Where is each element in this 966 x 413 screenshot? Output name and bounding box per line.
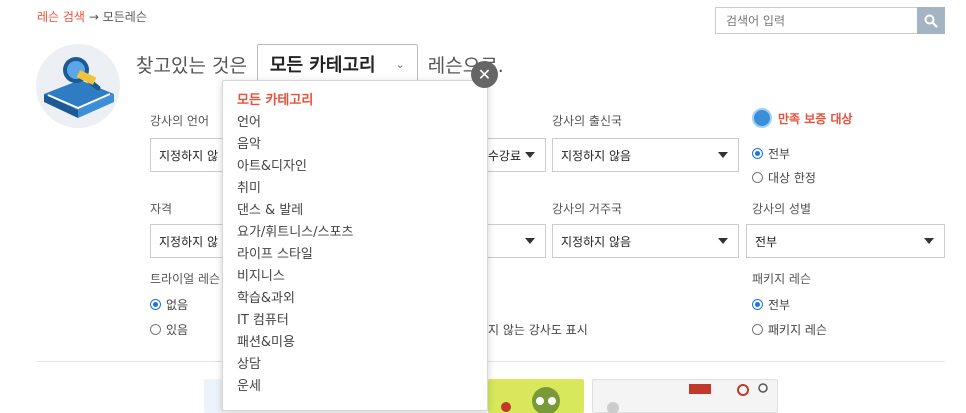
teacher-origin-label: 강사의 출신국 (552, 114, 623, 128)
promo-illustration-icon (607, 383, 768, 413)
trial-option-none-label: 없음 (166, 298, 189, 312)
caret-down-icon (718, 152, 728, 158)
promo-thumbnail[interactable] (204, 379, 224, 413)
teacher-residence-label: 강사의 거주국 (552, 202, 623, 216)
category-dropdown-menu: 모든 카테고리 언어 음악 아트&디자인 취미 댄스 & 발레 요가/휘트니스/스포츠 라이프… (222, 80, 488, 411)
dropdown-item[interactable]: 운세 (223, 376, 487, 398)
dropdown-item[interactable]: 언어 (223, 112, 487, 134)
show-hidden-teachers-label[interactable]: 지 않는 강사도 표시 (488, 321, 588, 338)
dropdown-item[interactable]: 비지니스 (223, 266, 487, 288)
radio-selected-icon (752, 299, 763, 310)
dropdown-item[interactable]: 댄스 & 발레 (223, 200, 487, 222)
radio-unselected-icon (752, 324, 763, 335)
teacher-language-label: 강사의 언어 (150, 114, 210, 128)
price-select-value: 수강료 (487, 148, 521, 163)
guarantee-heading: 만족 보증 대상 (752, 108, 853, 128)
qualification-value: 지정하지 않 (159, 234, 219, 249)
headline: 찾고있는 것은 모든 카테고리 ⌄ 레슨으로. (136, 44, 504, 84)
book-search-icon (36, 44, 120, 128)
teacher-gender-select[interactable]: 전부 (746, 224, 945, 258)
package-radio-all[interactable]: 전부 (752, 296, 790, 313)
dropdown-item[interactable]: 아트&디자인 (223, 156, 487, 178)
trial-radio-yes[interactable]: 있음 (150, 321, 188, 338)
dropdown-item[interactable]: 패션&미용 (223, 332, 487, 354)
guarantee-radio-limited[interactable]: 대상 한정 (752, 169, 816, 186)
dropdown-item[interactable]: 음악 (223, 134, 487, 156)
search-button[interactable] (917, 7, 945, 34)
caret-down-icon (525, 238, 535, 244)
teacher-gender-label: 강사의 성별 (752, 202, 812, 216)
radio-selected-icon (752, 148, 763, 159)
dropdown-item[interactable]: 취미 (223, 178, 487, 200)
teacher-origin-select[interactable]: 지정하지 않음 (552, 138, 739, 172)
trial-radio-none[interactable]: 없음 (150, 296, 188, 313)
promo-illustration-icon (501, 387, 560, 413)
package-option-all-label: 전부 (768, 298, 791, 312)
search-icon (924, 14, 938, 28)
dropdown-item[interactable]: 상담 (223, 354, 487, 376)
teacher-residence-select[interactable]: 지정하지 않음 (552, 224, 739, 258)
qualification-label: 자격 (150, 202, 173, 216)
guarantee-badge-icon (752, 108, 772, 128)
package-radio-package[interactable]: 패키지 레슨 (752, 321, 827, 338)
dropdown-item[interactable]: 학습&과외 (223, 288, 487, 310)
guarantee-radio-all[interactable]: 전부 (752, 145, 790, 162)
breadcrumb-arrow: → (88, 10, 99, 24)
radio-selected-icon (150, 299, 161, 310)
caret-down-icon (525, 152, 535, 158)
teacher-language-value: 지정하지 않 (159, 148, 219, 163)
trial-lesson-label: 트라이얼 레슨 (150, 272, 221, 286)
headline-prefix: 찾고있는 것은 (136, 54, 247, 77)
breadcrumb: 레슨 검색 → 모든레슨 (37, 8, 147, 25)
breadcrumb-link-lesson-search[interactable]: 레슨 검색 (37, 10, 85, 24)
package-lesson-label: 패키지 레슨 (752, 272, 812, 286)
promo-thumbnail[interactable] (592, 379, 778, 413)
category-select[interactable]: 모든 카테고리 ⌄ (256, 44, 418, 84)
teacher-origin-value: 지정하지 않음 (561, 148, 632, 163)
teacher-residence-value: 지정하지 않음 (561, 234, 632, 249)
divider (37, 361, 945, 362)
teacher-gender-value: 전부 (755, 234, 778, 249)
search-input[interactable] (716, 8, 916, 33)
radio-unselected-icon (150, 324, 161, 335)
close-icon[interactable]: ✕ (471, 61, 498, 88)
trial-option-yes-label: 있음 (166, 323, 189, 337)
radio-unselected-icon (752, 172, 763, 183)
breadcrumb-current: 모든레슨 (102, 10, 147, 24)
caret-down-icon (924, 238, 934, 244)
category-select-value: 모든 카테고리 (269, 55, 376, 76)
dropdown-item[interactable]: 라이프 스타일 (223, 244, 487, 266)
guarantee-option-limited-label: 대상 한정 (768, 171, 816, 185)
search-box (715, 7, 945, 34)
chevron-down-icon: ⌄ (395, 57, 405, 71)
dropdown-item[interactable]: 모든 카테고리 (223, 90, 487, 112)
package-option-package-label: 패키지 레슨 (768, 323, 828, 337)
promo-thumbnail[interactable] (488, 379, 584, 413)
guarantee-label: 만족 보증 대상 (778, 111, 853, 126)
caret-down-icon (718, 238, 728, 244)
dropdown-item[interactable]: IT 컴퓨터 (223, 310, 487, 332)
guarantee-option-all-label: 전부 (768, 147, 791, 161)
dropdown-item[interactable]: 요가/휘트니스/스포츠 (223, 222, 487, 244)
